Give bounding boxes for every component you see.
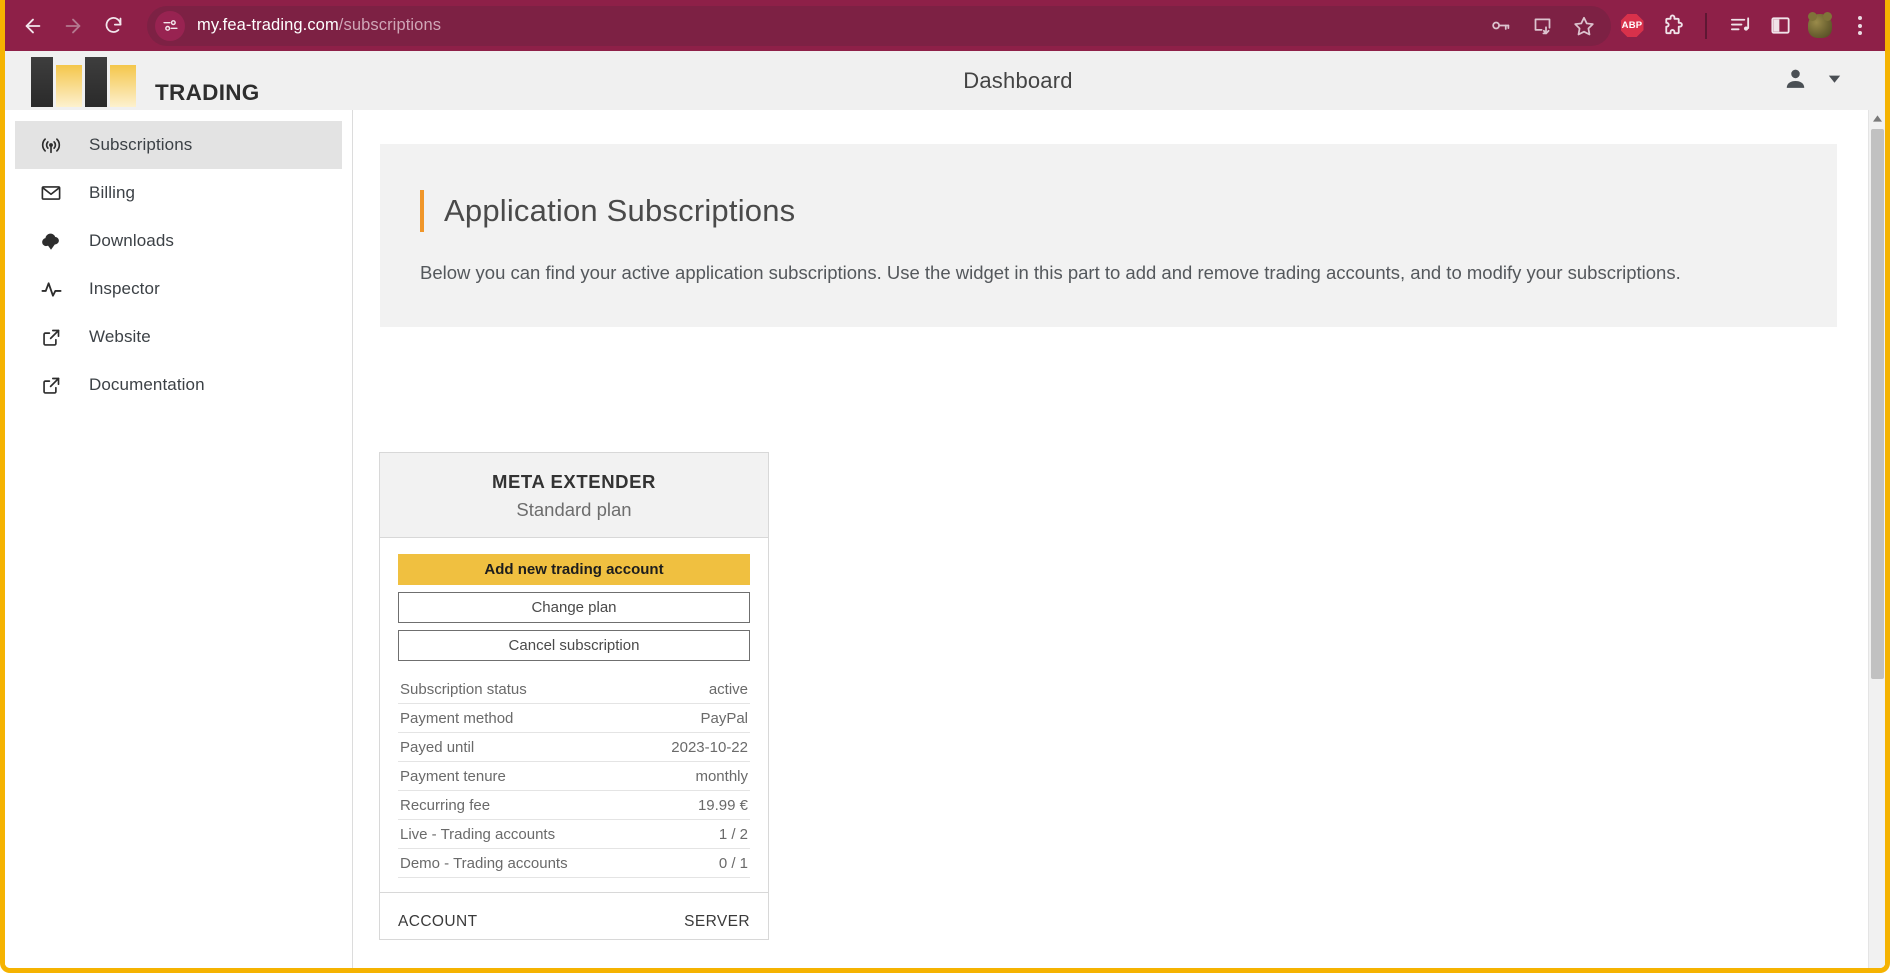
abp-badge: ABP: [1620, 14, 1644, 37]
detail-row: Payed until 2023-10-22: [398, 733, 750, 762]
sidebar-item-label: Billing: [89, 183, 136, 202]
accent-bar: [420, 190, 424, 232]
detail-label: Demo - Trading accounts: [400, 855, 568, 872]
sidebar-item-billing[interactable]: Billing: [15, 169, 342, 217]
cancel-subscription-button[interactable]: Cancel subscription: [398, 630, 750, 661]
logo-text: TRADING: [155, 80, 260, 105]
user-avatar-icon: [1783, 66, 1808, 96]
sidebar-item-label: Downloads: [89, 231, 175, 250]
subscription-details: Subscription status active Payment metho…: [398, 675, 750, 878]
intro-title: Application Subscriptions: [444, 193, 796, 228]
sidebar-item-label: Subscriptions: [89, 135, 193, 154]
detail-value: 0 / 1: [718, 855, 748, 872]
frog-extension-icon[interactable]: [1807, 11, 1833, 39]
app-header: TRADING Dashboard: [5, 51, 1885, 110]
reload-button[interactable]: [93, 6, 133, 46]
media-playlist-icon[interactable]: [1727, 13, 1753, 39]
install-app-icon[interactable]: [1529, 13, 1555, 39]
broadcast-icon: [39, 133, 63, 157]
chevron-down-icon[interactable]: [1826, 70, 1843, 92]
trading-accounts-table: ACCOUNT SERVER: [380, 892, 768, 939]
address-bar[interactable]: my.fea-trading.com/subscriptions: [147, 5, 1611, 46]
detail-row: Payment tenure monthly: [398, 762, 750, 791]
detail-label: Payment tenure: [400, 768, 506, 785]
detail-row: Recurring fee 19.99 €: [398, 791, 750, 820]
adblock-plus-icon[interactable]: ABP: [1619, 13, 1645, 39]
detail-row: Live - Trading accounts 1 / 2: [398, 820, 750, 849]
table-header-row: ACCOUNT SERVER: [398, 913, 750, 939]
sidebar-item-documentation[interactable]: Documentation: [15, 361, 342, 409]
logo-mark-icon: [31, 55, 153, 107]
external-link-icon: [39, 373, 63, 397]
sidebar-item-downloads[interactable]: Downloads: [15, 217, 342, 265]
intro-body-text: Below you can find your active applicati…: [420, 262, 1681, 283]
sidebar-item-label: Documentation: [89, 375, 205, 394]
page-viewport: TRADING Dashboard Subscriptions Billing …: [5, 51, 1885, 968]
detail-value: 2023-10-22: [671, 739, 748, 756]
sidebar: Subscriptions Billing Downloads Inspecto…: [5, 110, 353, 968]
page-title: Dashboard: [963, 67, 1073, 93]
chrome-menu-icon[interactable]: [1847, 13, 1873, 39]
change-plan-button[interactable]: Change plan: [398, 592, 750, 623]
scroll-up-arrow-icon[interactable]: [1869, 110, 1885, 127]
side-panel-icon[interactable]: [1767, 13, 1793, 39]
subscription-card: META EXTENDER Standard plan Add new trad…: [379, 452, 769, 940]
extensions-area: ABP: [1619, 11, 1873, 39]
detail-value: PayPal: [700, 710, 748, 727]
detail-value: monthly: [695, 768, 748, 785]
detail-label: Payment method: [400, 710, 514, 727]
back-button[interactable]: [13, 6, 53, 46]
detail-row: Demo - Trading accounts 0 / 1: [398, 849, 750, 878]
password-key-icon[interactable]: [1487, 13, 1513, 39]
url-text: my.fea-trading.com/subscriptions: [197, 16, 441, 35]
url-host: my.fea-trading.com: [197, 16, 339, 34]
intro-panel: Application Subscriptions Below you can …: [380, 144, 1837, 327]
sidebar-item-label: Website: [89, 327, 151, 346]
address-bar-actions: [1487, 13, 1611, 39]
activity-pulse-icon: [39, 277, 63, 301]
add-trading-account-button[interactable]: Add new trading account: [398, 554, 750, 585]
detail-value: 1 / 2: [718, 826, 748, 843]
detail-value: 19.99 €: [697, 797, 748, 814]
forward-button[interactable]: [53, 6, 93, 46]
column-header-server: SERVER: [684, 913, 750, 930]
sidebar-item-label: Inspector: [89, 279, 160, 298]
account-menu[interactable]: [1783, 66, 1885, 96]
browser-toolbar: my.fea-trading.com/subscriptions ABP: [5, 0, 1885, 51]
sidebar-item-website[interactable]: Website: [15, 313, 342, 361]
detail-row: Subscription status active: [398, 675, 750, 704]
extensions-puzzle-icon[interactable]: [1659, 13, 1685, 39]
subscription-card-body: Add new trading account Change plan Canc…: [380, 538, 768, 878]
detail-label: Recurring fee: [400, 797, 491, 814]
detail-label: Live - Trading accounts: [400, 826, 556, 843]
envelope-icon: [39, 181, 63, 205]
url-path: /subscriptions: [338, 16, 442, 34]
subscription-plan-name: Standard plan: [516, 499, 632, 520]
scrollbar-thumb[interactable]: [1871, 129, 1884, 679]
detail-row: Payment method PayPal: [398, 704, 750, 733]
intro-heading: Application Subscriptions: [420, 190, 1797, 232]
site-info-icon[interactable]: [155, 10, 185, 41]
detail-label: Payed until: [400, 739, 475, 756]
subscription-app-name: META EXTENDER: [491, 471, 657, 492]
sidebar-item-inspector[interactable]: Inspector: [15, 265, 342, 313]
bookmark-star-icon[interactable]: [1571, 13, 1597, 39]
detail-value: active: [708, 681, 748, 698]
column-header-account: ACCOUNT: [398, 913, 478, 930]
page-scrollbar[interactable]: [1868, 110, 1885, 968]
subscription-card-header: META EXTENDER Standard plan: [380, 453, 768, 538]
cloud-download-icon: [39, 229, 63, 253]
main-content: Application Subscriptions Below you can …: [354, 110, 1885, 968]
toolbar-divider: [1705, 12, 1707, 39]
browser-window: my.fea-trading.com/subscriptions ABP TRA…: [0, 0, 1890, 973]
detail-label: Subscription status: [400, 681, 527, 698]
sidebar-item-subscriptions[interactable]: Subscriptions: [15, 121, 342, 169]
external-link-icon: [39, 325, 63, 349]
